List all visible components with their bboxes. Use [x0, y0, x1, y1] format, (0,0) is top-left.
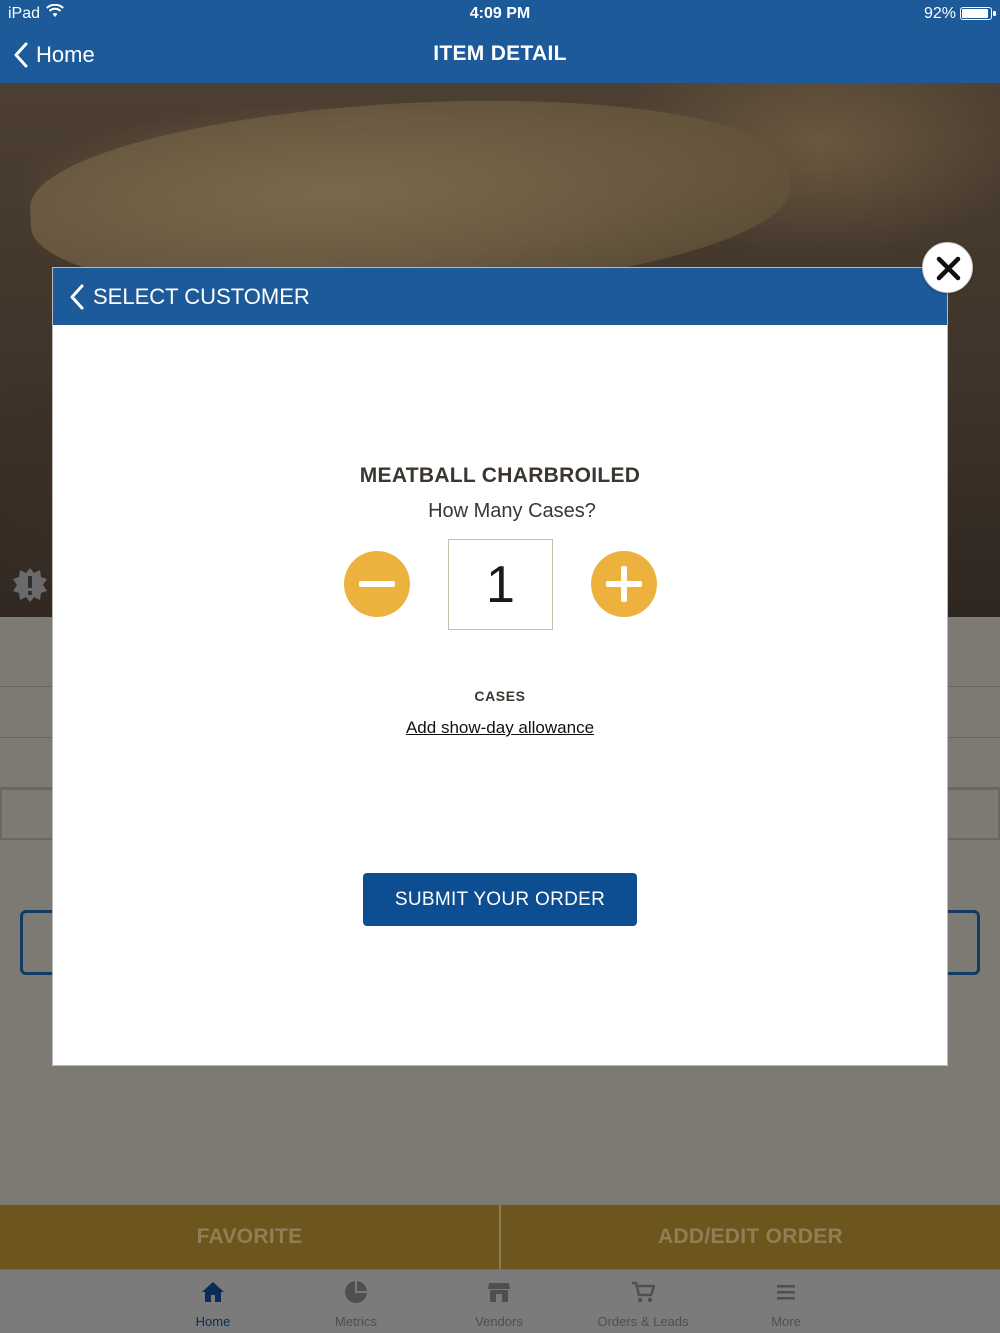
quantity-input[interactable] — [448, 539, 553, 630]
tab-label: More — [771, 1314, 801, 1329]
home-icon — [202, 1282, 224, 1302]
status-bar: iPad 4:09 PM 92% — [0, 0, 1000, 28]
store-icon — [488, 1283, 510, 1302]
tab-label: Orders & Leads — [597, 1314, 689, 1329]
tab-metrics[interactable]: Metrics — [301, 1270, 411, 1333]
tab-bar: Home Metrics Vendors Orders & Leads More — [0, 1269, 1000, 1333]
top-navigation-bar: iPad 4:09 PM 92% Home ITEM DETAIL — [0, 0, 1000, 83]
favorite-button[interactable]: FAVORITE — [0, 1205, 499, 1269]
tab-label: Vendors — [475, 1314, 523, 1329]
menu-icon — [777, 1285, 795, 1300]
select-customer-modal: SELECT CUSTOMER MEATBALL CHARBROILED How… — [52, 267, 948, 1066]
add-allowance-link[interactable]: Add show-day allowance — [53, 718, 947, 738]
quantity-prompt: How Many Cases? — [428, 500, 596, 522]
tab-home[interactable]: Home — [158, 1270, 268, 1333]
cart-icon — [632, 1281, 655, 1303]
unit-label: CASES — [474, 688, 526, 704]
modal-title: SELECT CUSTOMER — [93, 284, 310, 309]
close-icon — [936, 256, 961, 281]
add-edit-order-button[interactable]: ADD/EDIT ORDER — [501, 1205, 1000, 1269]
battery-percentage: 92% — [923, 5, 956, 22]
status-time: 4:09 PM — [469, 5, 531, 22]
chevron-left-icon — [70, 284, 84, 310]
modal-back-header[interactable]: SELECT CUSTOMER — [53, 268, 947, 325]
tab-orders-leads[interactable]: Orders & Leads — [588, 1270, 698, 1333]
tab-vendors[interactable]: Vendors — [444, 1270, 554, 1333]
product-name: MEATBALL CHARBROILED — [359, 464, 641, 487]
plus-icon — [606, 566, 642, 602]
tab-more[interactable]: More — [731, 1270, 841, 1333]
increase-quantity-button[interactable] — [591, 551, 657, 617]
submit-order-button[interactable]: SUBMIT YOUR ORDER — [363, 873, 637, 926]
tab-label: Home — [195, 1314, 231, 1329]
decrease-quantity-button[interactable] — [344, 551, 410, 617]
alert-badge-icon — [12, 567, 48, 603]
action-bar: FAVORITE ADD/EDIT ORDER — [0, 1205, 1000, 1269]
tab-label: Metrics — [335, 1314, 377, 1329]
close-modal-button[interactable] — [922, 242, 973, 293]
pie-chart-icon — [345, 1281, 367, 1303]
battery-icon — [960, 7, 996, 20]
page-title: ITEM DETAIL — [433, 42, 567, 65]
minus-icon — [359, 581, 395, 587]
